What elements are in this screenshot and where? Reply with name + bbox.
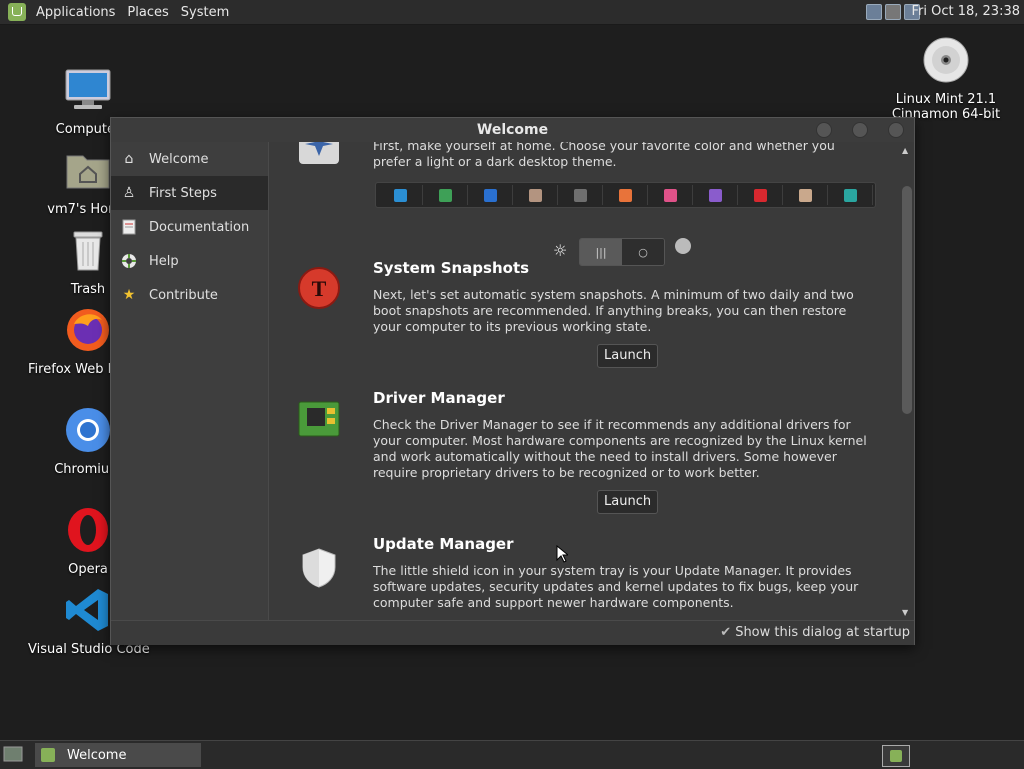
sidebar-item-documentation[interactable]: Documentation [111,210,268,244]
scroll-up-icon[interactable]: ▲ [902,146,908,155]
close-button[interactable] [888,122,904,138]
color-theme-icon [299,142,339,164]
taskbar-window-welcome[interactable]: Welcome [35,743,201,767]
bottom-panel: Welcome [0,740,1024,769]
show-desktop-icon[interactable] [3,745,23,763]
color-swatch-bar [375,182,876,208]
lifebuoy-icon [121,253,137,269]
sidebar-item-welcome[interactable]: ⌂ Welcome [111,142,268,176]
menu-system[interactable]: System [175,5,235,20]
sidebar-item-label: Contribute [149,287,218,303]
color-swatch-5[interactable] [603,185,648,205]
disc-icon [923,37,969,83]
clock[interactable]: Fri Oct 18, 23:38 [911,4,1020,19]
color-swatch-chip [393,188,407,202]
color-section-text: First, make yourself at home. Choose you… [373,142,835,169]
theme-toggle[interactable]: ||| ○ [579,238,665,266]
opera-icon [68,508,108,552]
top-panel: Applications Places System Fri Oct 18, 2… [0,0,1024,25]
color-swatch-chip [438,188,452,202]
color-swatch-chip [663,188,677,202]
moon-icon [675,238,691,254]
section-text: Check the Driver Manager to see if it re… [373,417,867,480]
checkbox-checked-icon[interactable]: ✔ [720,625,731,640]
dark-theme-option[interactable]: ○ [622,239,664,265]
chip-icon [298,401,340,437]
mouse-cursor-icon [556,545,568,563]
svg-text:T: T [312,276,327,301]
desktop-icon-disc[interactable]: Linux Mint 21.1 Cinnamon 64-bit [886,36,1006,122]
window-footer: ✔ Show this dialog at startup [111,620,914,645]
color-swatch-chip [618,188,632,202]
color-swatch-8[interactable] [738,185,783,205]
section-text: Next, let's set automatic system snapsho… [373,287,854,334]
vscode-icon [66,589,108,631]
home-icon: ⌂ [124,151,134,167]
firefox-icon [67,309,109,351]
color-swatch-chip [528,188,542,202]
color-swatch-chip [798,188,812,202]
volume-icon[interactable] [885,4,901,20]
shield-icon [302,548,336,588]
sun-icon: ☼ [553,241,568,260]
color-swatch-chip [483,188,497,202]
color-swatch-1[interactable] [423,185,468,205]
launch-timeshift-button[interactable]: Launch [597,344,659,368]
color-swatch-chip [573,188,587,202]
menu-places[interactable]: Places [121,5,174,20]
color-swatch-7[interactable] [693,185,738,205]
star-icon: ★ [122,287,136,303]
sidebar-item-label: Documentation [149,219,250,235]
mint-icon [890,750,902,762]
sidebar-item-contribute[interactable]: ★ Contribute [111,278,268,312]
color-swatch-2[interactable] [468,185,513,205]
color-swatch-9[interactable] [783,185,828,205]
sidebar-item-label: Help [149,253,179,269]
light-theme-option[interactable]: ||| [580,239,622,265]
color-swatch-3[interactable] [513,185,558,205]
scroll-down-icon[interactable]: ▼ [902,608,908,617]
sidebar-item-label: Welcome [149,151,209,167]
welcome-window: Welcome ⌂ Welcome ♙ First Steps Document… [110,117,915,645]
sidebar-item-first-steps[interactable]: ♙ First Steps [111,176,268,210]
launch-driver-manager-button[interactable]: Launch [597,490,659,514]
mint-welcome-icon [41,748,55,762]
section-text: The little shield icon in your system tr… [373,563,859,610]
desktop-icon-label: Linux Mint 21.1 [895,92,997,107]
startup-checkbox-label: Show this dialog at startup [735,625,910,640]
color-swatch-chip [843,188,857,202]
network-icon[interactable] [866,4,882,20]
document-icon [121,219,137,235]
section-title: Update Manager [373,535,514,553]
startup-checkbox[interactable]: ✔ Show this dialog at startup [720,625,910,640]
menu-applications[interactable]: Applications [30,5,121,20]
sidebar: ⌂ Welcome ♙ First Steps Documentation He… [111,142,269,620]
content-pane: First, make yourself at home. Choose you… [269,142,899,620]
trash-icon [73,231,103,271]
timeshift-icon: T [298,267,340,309]
sidebar-item-help[interactable]: Help [111,244,268,278]
section-title: Driver Manager [373,389,505,407]
mint-menu-icon[interactable] [8,3,26,21]
color-swatch-chip [708,188,722,202]
home-folder-icon [66,155,110,189]
window-title: Welcome [476,122,549,138]
workspace-switcher[interactable] [882,745,910,767]
sidebar-item-label: First Steps [149,185,217,201]
minimize-button[interactable] [816,122,832,138]
cup-icon: ♙ [122,185,136,201]
taskbar-window-label: Welcome [67,747,127,763]
scrollbar-thumb[interactable] [902,186,912,414]
section-title: System Snapshots [373,259,530,277]
content-scrollbar[interactable]: ▲ ▼ [899,142,914,620]
color-swatch-chip [753,188,767,202]
window-titlebar[interactable]: Welcome [111,118,914,142]
maximize-button[interactable] [852,122,868,138]
color-swatch-0[interactable] [378,185,423,205]
color-swatch-6[interactable] [648,185,693,205]
color-swatch-4[interactable] [558,185,603,205]
color-swatch-10[interactable] [828,185,873,205]
computer-icon [65,69,111,109]
chromium-icon [66,408,110,452]
